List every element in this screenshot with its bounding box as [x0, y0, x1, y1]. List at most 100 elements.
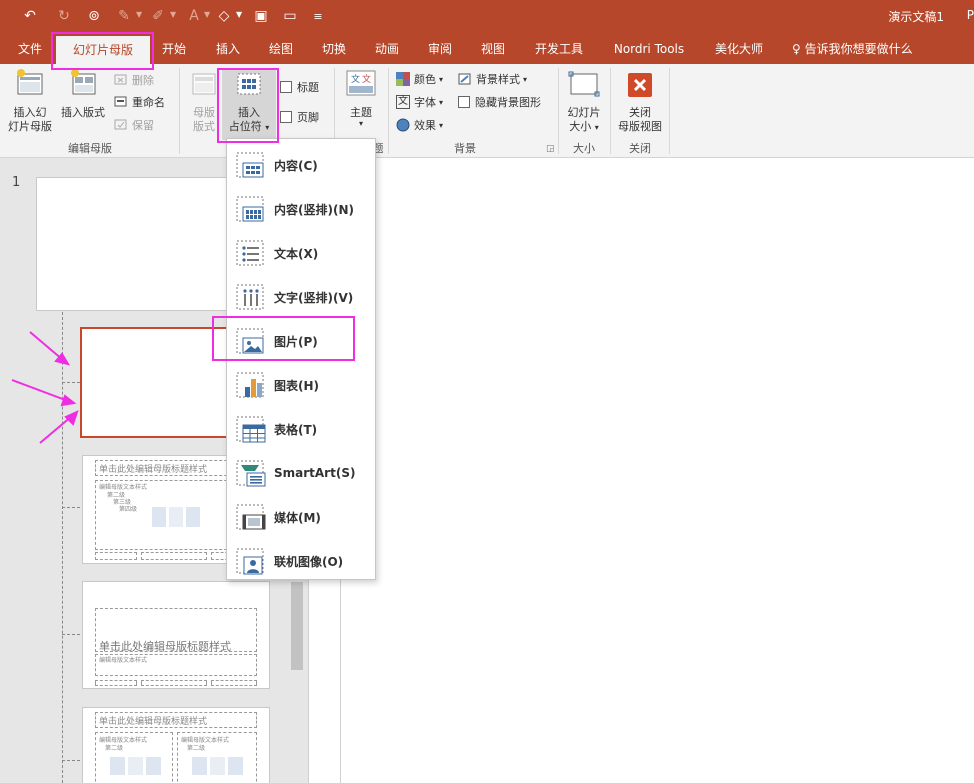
rename-button[interactable]: 重命名: [114, 92, 165, 112]
colors-button[interactable]: 颜色 ▾: [396, 69, 443, 89]
open-icon[interactable]: ▭: [280, 6, 300, 26]
menu-item-text[interactable]: 文本(X): [227, 231, 375, 275]
menu-item-smartart[interactable]: SmartArt(S): [227, 451, 375, 495]
title-checkbox-label: 标题: [297, 81, 319, 94]
slide-size-icon: [568, 71, 600, 97]
title-checkbox[interactable]: 标题: [280, 77, 319, 97]
close-master-view-line1: 关闭: [629, 106, 651, 119]
menu-item-chart[interactable]: 图表(H): [227, 363, 375, 407]
effects-button[interactable]: 效果 ▾: [396, 115, 443, 135]
chart-placeholder-icon: [236, 372, 264, 398]
lightbulb-icon: ♀: [792, 42, 801, 56]
app-name-truncated: P: [966, 8, 974, 22]
save-icon[interactable]: ▣: [251, 6, 271, 26]
footer-checkbox[interactable]: 页脚: [280, 107, 319, 127]
tab-review[interactable]: 审阅: [418, 34, 462, 64]
tell-me-box[interactable]: ♀ 告诉我你想要做什么: [792, 34, 913, 64]
background-styles-icon: [458, 73, 471, 85]
slide-number: 1: [12, 175, 21, 190]
tab-file[interactable]: 文件: [8, 34, 52, 64]
delete-button[interactable]: 删除: [114, 70, 154, 90]
tab-animations[interactable]: 动画: [365, 34, 409, 64]
tab-view[interactable]: 视图: [471, 34, 515, 64]
layout-thumbnail[interactable]: 单击此处编辑母版标题样式 编辑母版文本样式 编辑母版文本样式 第二级 第二级: [82, 707, 270, 783]
date-placeholder: [95, 552, 137, 560]
menu-item-picture[interactable]: 图片(P): [227, 319, 375, 363]
title-checkbox-box[interactable]: [280, 81, 292, 93]
background-dialog-launcher-icon[interactable]: ◲: [546, 144, 555, 154]
slide-number-placeholder: [211, 680, 257, 686]
undo-icon[interactable]: ↶: [20, 6, 40, 26]
footer-checkbox-box[interactable]: [280, 111, 292, 123]
layout-connector-tick: [62, 507, 80, 508]
insert-slide-master-icon: [17, 69, 43, 95]
insert-layout-button[interactable]: 插入版式: [56, 68, 110, 120]
footer-placeholder: [141, 680, 207, 686]
thumbnail-scrollbar-thumb[interactable]: [291, 582, 303, 670]
layout-body-text: 编辑母版文本样式: [99, 657, 148, 664]
layout-connector-tick: [62, 760, 80, 761]
tab-slide-master[interactable]: 幻灯片母版: [56, 36, 150, 64]
master-layout-button[interactable]: 母版 版式: [186, 68, 222, 134]
font-color-icon[interactable]: A: [184, 6, 204, 26]
content-vertical-placeholder-icon: [236, 196, 264, 222]
tab-beautify-master[interactable]: 美化大师: [708, 34, 770, 64]
master-layout-line2: 版式: [193, 120, 215, 133]
paint-dropdown-icon[interactable]: ▼: [136, 10, 142, 19]
rename-icon: [114, 96, 127, 107]
menu-item-table[interactable]: 表格(T): [227, 407, 375, 451]
colors-label: 颜色: [414, 73, 436, 86]
fonts-icon: 文: [396, 95, 410, 109]
redo-icon[interactable]: ↻: [54, 6, 74, 26]
insert-placeholder-button[interactable]: 插入 占位符 ▾: [222, 68, 276, 140]
presenter-icon[interactable]: ⊚: [84, 6, 104, 26]
slide-editing-canvas[interactable]: [340, 176, 974, 783]
pen-dropdown-icon[interactable]: ▼: [170, 10, 176, 19]
group-edit-master-label: 编辑母版: [68, 142, 112, 155]
tab-draw[interactable]: 绘图: [259, 34, 303, 64]
layout-title-text: 单击此处编辑母版标题样式: [99, 640, 231, 653]
fonts-button[interactable]: 文 字体 ▾: [396, 92, 443, 112]
tab-transitions[interactable]: 切换: [312, 34, 356, 64]
group-background-label: 背景: [454, 142, 476, 155]
background-styles-button[interactable]: 背景样式 ▾: [458, 69, 527, 89]
table-placeholder-icon: [236, 416, 266, 443]
close-master-view-icon: [628, 73, 652, 97]
layout-title-text: 单击此处编辑母版标题样式: [99, 465, 208, 475]
menu-item-text-vertical[interactable]: 文字(竖排)(V): [227, 275, 375, 319]
hide-background-graphics-checkbox[interactable]: 隐藏背景图形: [458, 92, 541, 112]
tab-insert[interactable]: 插入: [206, 34, 250, 64]
close-master-view-button[interactable]: 关闭 母版视图: [612, 72, 668, 134]
online-image-placeholder-icon: [236, 548, 264, 575]
shape-dropdown-icon[interactable]: ▼: [236, 10, 242, 19]
customize-icon[interactable]: ≡: [310, 6, 326, 26]
menu-item-text-label: 文本(X): [274, 246, 319, 261]
theme-icon: 文 文: [346, 70, 376, 96]
shape-icon[interactable]: ◇: [214, 6, 234, 26]
tab-developer[interactable]: 开发工具: [528, 34, 590, 64]
font-color-dropdown-icon[interactable]: ▼: [204, 10, 210, 19]
slide-size-button[interactable]: 幻灯片 大小 ▾: [562, 68, 606, 135]
menu-item-media-label: 媒体(M): [274, 510, 321, 525]
tab-nordri-tools[interactable]: Nordri Tools: [604, 34, 694, 64]
ribbon-separator: [388, 68, 389, 154]
paint-icon[interactable]: ✎: [114, 6, 134, 26]
group-size-label: 大小: [573, 142, 595, 155]
hide-background-graphics-box[interactable]: [458, 96, 470, 108]
menu-item-content-vertical[interactable]: 内容(竖排)(N): [227, 187, 375, 231]
menu-item-media[interactable]: 媒体(M): [227, 495, 375, 539]
tab-home[interactable]: 开始: [152, 34, 196, 64]
svg-text:文: 文: [351, 73, 360, 85]
insert-layout-label: 插入版式: [61, 106, 105, 119]
ribbon: 插入幻 灯片母版 插入版式 删除 重命名 保留 编辑母版 母版 版式 插入 占位…: [0, 64, 974, 158]
menu-item-online-image[interactable]: 联机图像(O): [227, 539, 375, 583]
effects-label: 效果: [414, 119, 436, 132]
text-placeholder-icon: [236, 240, 264, 266]
ribbon-separator: [610, 68, 611, 154]
layout-thumbnail[interactable]: 单击此处编辑母版标题样式 编辑母版文本样式: [82, 581, 270, 689]
preserve-button[interactable]: 保留: [114, 115, 154, 135]
insert-slide-master-button[interactable]: 插入幻 灯片母版: [4, 68, 56, 134]
menu-item-content[interactable]: 内容(C): [227, 143, 375, 187]
theme-button[interactable]: 文 文 主题 ▾: [340, 68, 382, 128]
pen-icon[interactable]: ✐: [148, 6, 168, 26]
